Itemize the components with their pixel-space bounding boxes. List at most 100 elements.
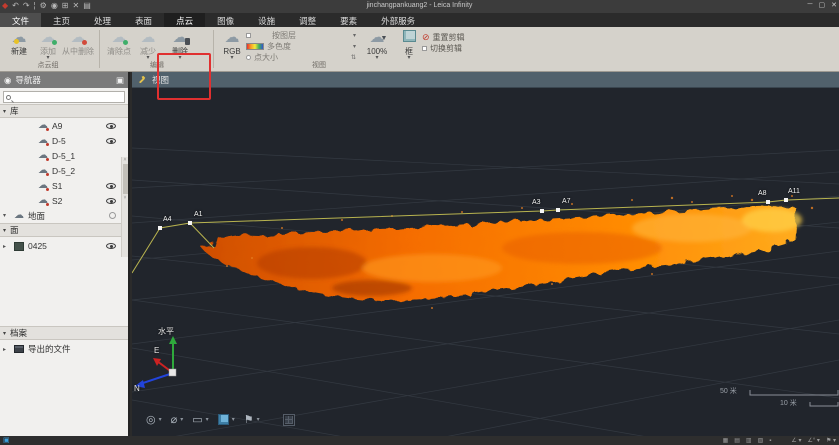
multi-hue-option[interactable]: 多色度 ▾ xyxy=(246,41,356,52)
reset-clip-button[interactable]: ⊘ 重置剪辑 xyxy=(422,32,492,43)
tree-scrollbar[interactable]: ˄˅ xyxy=(121,157,128,257)
folder-icon xyxy=(14,345,24,353)
cloud-delete-icon: ☁ xyxy=(173,30,188,46)
tab-adjustment[interactable]: 调整 xyxy=(287,13,328,27)
status-icon-4[interactable]: ▧ xyxy=(758,437,764,445)
view-cube-button[interactable]: ▾ xyxy=(218,414,235,425)
cloud-rgb-icon: ☁ xyxy=(225,30,240,46)
title-bar: ◆ ↶ ↷ ¦ ⚙ ◉ ⊞ ✕ ▤ jinchangpankuang2 - Le… xyxy=(0,0,839,13)
cloud-remove-icon: ☁ xyxy=(71,30,86,46)
status-icon-2[interactable]: ▤ xyxy=(734,437,740,445)
axis-north-label: N xyxy=(134,384,140,393)
status-icon-1[interactable]: ▦ xyxy=(723,437,729,445)
zoom-100-button[interactable]: ☁▼ 100% ▾ xyxy=(360,29,394,61)
cube-3d-icon xyxy=(218,414,229,425)
tree-section-archive[interactable]: ▾ 档案 xyxy=(0,326,128,340)
cloud-new-icon: ☁ xyxy=(12,30,27,46)
grid-icon xyxy=(283,414,295,426)
visibility-eye-icon[interactable] xyxy=(106,183,116,189)
maximize-button[interactable]: ▢ xyxy=(819,1,826,9)
wrench-icon xyxy=(138,75,147,84)
viewport-canvas[interactable]: A4 A1 A3 A7 A8 A11 水平 E N 50 米 10 米 ◎▾ ⌀… xyxy=(132,88,839,436)
group-label-view: 视图 xyxy=(254,60,384,70)
navigator-title: 导航器 xyxy=(15,74,41,86)
point-size-radio[interactable] xyxy=(246,55,251,60)
annotation-highlight-box xyxy=(157,53,211,100)
tab-surfaces[interactable]: 表面 xyxy=(123,13,164,27)
tree-item[interactable]: ☁ S2 xyxy=(0,193,128,208)
navigator-icon: ◉ xyxy=(4,75,11,86)
close-button[interactable]: ✕ xyxy=(831,1,837,9)
orbit-tool-button[interactable]: ◎▾ xyxy=(146,413,162,426)
tab-features[interactable]: 要素 xyxy=(328,13,369,27)
by-layer-checkbox[interactable] xyxy=(246,33,251,38)
scale-label-50m: 50 米 xyxy=(720,386,737,396)
pointcloud-icon: ☁ xyxy=(14,211,24,221)
units-mode-button[interactable]: ∠° ▾ xyxy=(807,437,819,445)
tab-services[interactable]: 外部服务 xyxy=(369,13,427,27)
navigator-header: ◉ 导航器 ▣ xyxy=(0,72,128,88)
rgb-button[interactable]: ☁ RGB ▾ xyxy=(215,29,249,61)
visibility-eye-icon[interactable] xyxy=(106,138,116,144)
tree-item[interactable]: ☁ D-5_1 xyxy=(0,148,128,163)
visibility-eye-icon[interactable] xyxy=(106,123,116,129)
box-button[interactable]: 框 ▾ xyxy=(392,29,426,61)
tab-infrastructure[interactable]: 设施 xyxy=(246,13,287,27)
window-controls: ─ ▢ ✕ xyxy=(808,1,837,9)
pin-icon[interactable]: ▣ xyxy=(116,75,124,86)
ribbon: ☁ 新建 ☁ 添加 ▾ ☁ 从中删除 点云组 ☁ 清除点 ☁ 减少 xyxy=(0,27,839,72)
visibility-eye-icon[interactable] xyxy=(106,198,116,204)
selection-mode-button[interactable]: ⚑ ▾ xyxy=(826,437,836,445)
tree-section-library[interactable]: ▾ 库 xyxy=(0,104,128,118)
no-entry-icon: ⊘ xyxy=(422,33,430,42)
pointcloud-icon: ☁ xyxy=(38,181,48,191)
tab-processing[interactable]: 处理 xyxy=(82,13,123,27)
point-label: A1 xyxy=(194,211,203,218)
ribbon-tab-bar: 文件 主页 处理 表面 点云 图像 设施 调整 要素 外部服务 xyxy=(0,13,839,27)
pan-tool-button[interactable]: ▭▾ xyxy=(192,413,208,426)
status-icon-3[interactable]: ▥ xyxy=(746,437,752,445)
status-icons: ▦ ▤ ▥ ▧ ▪ ∠ ▾ ∠° ▾ ⚑ ▾ xyxy=(723,437,836,445)
application-window: ◆ ↶ ↷ ¦ ⚙ ◉ ⊞ ✕ ▤ jinchangpankuang2 - Le… xyxy=(0,0,839,445)
grid-toggle-button[interactable] xyxy=(283,414,295,426)
ribbon-group-pointcloud: ☁ 新建 ☁ 添加 ▾ ☁ 从中删除 点云组 xyxy=(0,27,96,71)
status-icon-5[interactable]: ▪ xyxy=(769,437,771,445)
viewport-header: 视图 xyxy=(132,72,839,88)
cloud-filter-icon: ☁▼ xyxy=(370,30,385,46)
window-title: jinchangpankuang2 - Leica Infinity xyxy=(0,2,839,9)
tab-point-cloud[interactable]: 点云 xyxy=(164,13,205,27)
navigator-search[interactable] xyxy=(3,91,125,103)
tree-item-surface[interactable]: ▸ 0425 xyxy=(0,237,128,255)
color-gradient-icon xyxy=(246,43,264,50)
tree-item[interactable]: ☁ A9 xyxy=(0,118,128,133)
scale-label-10m: 10 米 xyxy=(780,398,797,408)
tree-item-ground[interactable]: ▾ ☁ 地面 xyxy=(0,208,128,223)
measure-tool-button[interactable]: ⌀▾ xyxy=(171,413,184,426)
cloud-add-icon: ☁ xyxy=(41,30,56,46)
by-layer-option[interactable]: 按图层 ▾ xyxy=(246,30,356,41)
tab-file[interactable]: 文件 xyxy=(0,13,41,27)
tab-home[interactable]: 主页 xyxy=(41,13,82,27)
tree-item[interactable]: ☁ D-5_2 xyxy=(0,163,128,178)
search-input[interactable] xyxy=(11,93,122,102)
group-label-pointcloud: 点云组 xyxy=(0,60,96,70)
status-bar: ▣ ▦ ▤ ▥ ▧ ▪ ∠ ▾ ∠° ▾ ⚑ ▾ xyxy=(0,436,839,445)
flag-tool-button[interactable]: ⚑▾ xyxy=(244,413,260,426)
tree-section-surfaces[interactable]: ▾ 面 xyxy=(0,223,128,237)
tree-item[interactable]: ☁ S1 xyxy=(0,178,128,193)
point-label: A7 xyxy=(562,198,571,205)
toggle-clip-checkbox[interactable]: 切换剪辑 xyxy=(422,43,492,54)
minimize-button[interactable]: ─ xyxy=(808,1,813,9)
point-label: A11 xyxy=(788,188,800,195)
cloud-reduce-icon: ☁ xyxy=(141,30,156,46)
tree-item-exported[interactable]: ▸ 导出的文件 xyxy=(0,340,128,358)
tree-item[interactable]: ☁ D-5 xyxy=(0,133,128,148)
point-label: A8 xyxy=(758,190,767,197)
navigator-tree: ▾ 库 ☁ A9 ☁ D-5 ☁ D-5_1 ☁ D-5_2 ☁ xyxy=(0,104,128,436)
visibility-eye-icon[interactable] xyxy=(106,243,116,249)
ribbon-group-view: ☁ RGB ▾ 按图层 ▾ 多色度 ▾ 点大小 ⇅ xyxy=(214,27,480,71)
cloud-clear-icon: ☁ xyxy=(112,30,127,46)
snap-mode-button[interactable]: ∠ ▾ xyxy=(791,437,801,445)
remove-from-pointcloud-button[interactable]: ☁ 从中删除 xyxy=(58,29,98,56)
tab-imaging[interactable]: 图像 xyxy=(205,13,246,27)
